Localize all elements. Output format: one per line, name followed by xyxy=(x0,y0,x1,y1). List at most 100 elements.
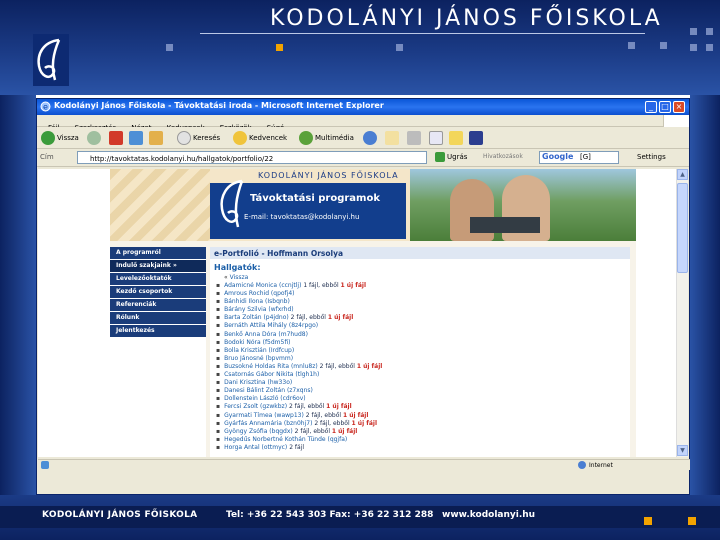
student-name[interactable]: Gyarmati Tímea (wawp13) xyxy=(224,412,304,419)
file-count: 2 fájl xyxy=(287,443,305,451)
slide-footer: KODOLÁNYI JÁNOS FŐISKOLA Tel: +36 22 543… xyxy=(0,495,720,540)
refresh-button[interactable] xyxy=(129,130,143,146)
edit-button[interactable] xyxy=(429,130,443,146)
student-name[interactable]: Gyárfás Annamária (bzn0hj7) xyxy=(224,420,312,427)
vertical-scrollbar[interactable]: ▲ ▼ xyxy=(676,169,688,457)
print-button[interactable] xyxy=(407,130,421,146)
student-row[interactable]: ▪ Adamicné Monica (ccnjtlj) 1 fájl, ebből… xyxy=(216,282,630,290)
student-row[interactable]: ▪ Csatornás Gábor Nikita (tlgh1h) xyxy=(216,371,630,379)
header-school-name: KODOLÁNYI JÁNOS FŐISKOLA xyxy=(258,171,399,180)
nav-item-majors[interactable]: Indulő szakjaink » xyxy=(110,260,206,272)
links-label[interactable]: Hivatkozások xyxy=(483,153,533,163)
scroll-up-icon[interactable]: ▲ xyxy=(677,169,688,180)
student-name[interactable]: Bárány Szilvia (wfxrhd) xyxy=(224,306,294,313)
student-name[interactable]: Hegedűs Norbertné Kothán Tünde (qgjfa) xyxy=(224,436,347,443)
student-name[interactable]: Bánhidi Ilona (Isbqnb) xyxy=(224,298,290,305)
nav-item-apply[interactable]: Jelentkezés xyxy=(110,325,206,337)
student-name[interactable]: Dani Krisztina (hw33o) xyxy=(224,379,292,386)
student-row[interactable]: ▪ Gyárfás Annamária (bzn0hj7) 2 fájl, ebb… xyxy=(216,420,630,428)
mail-icon xyxy=(385,131,399,145)
student-row[interactable]: ▪ Fercsi Zsolt (gzwkbz) 2 fájl, ebből 1 ú… xyxy=(216,403,630,411)
student-name[interactable]: Bruo Jánosné (bpvmm) xyxy=(224,355,293,362)
nav-item-references[interactable]: Referenciák xyxy=(110,299,206,311)
address-label: Cím xyxy=(40,153,54,161)
student-row[interactable]: ▪ Danesi Bálint Zoltán (z7xqns) xyxy=(216,387,630,395)
person-icon: ▪ xyxy=(216,379,221,387)
h-button[interactable] xyxy=(469,130,483,146)
google-query: [G] xyxy=(580,153,591,161)
google-search-box[interactable]: Google [G] xyxy=(539,151,619,164)
student-name[interactable]: Bodoki Nóra (f5dm5fi) xyxy=(224,339,290,346)
multimedia-button[interactable]: Multimédia xyxy=(299,130,354,146)
close-button[interactable]: × xyxy=(673,101,685,113)
mail-button[interactable] xyxy=(385,130,399,146)
student-row[interactable]: ▪ Bodoki Nóra (f5dm5fi) xyxy=(216,339,630,347)
student-row[interactable]: ▪ Bárány Szilvia (wfxrhd) xyxy=(216,306,630,314)
student-name[interactable]: Dollenstein László (cdr6ov) xyxy=(224,395,306,402)
decor-square xyxy=(706,28,713,35)
forward-button[interactable] xyxy=(87,130,101,146)
student-row[interactable]: ▪ Horga Antal (ottmyc) 2 fájl xyxy=(216,444,630,452)
student-row[interactable]: ▪ Bolla Krisztián (Irdfcup) xyxy=(216,347,630,355)
home-button[interactable] xyxy=(149,130,163,146)
student-list: ▪ Adamicné Monica (ccnjtlj) 1 fájl, ebből… xyxy=(216,282,630,452)
print-icon xyxy=(407,131,421,145)
nav-item-starting-groups[interactable]: Kezdő csoportok xyxy=(110,286,206,298)
search-button[interactable]: Keresés xyxy=(177,130,220,146)
student-row[interactable]: ▪ Bernáth Attila Mihály (8z4rpgo) xyxy=(216,322,630,330)
minimize-button[interactable]: _ xyxy=(645,101,657,113)
decor-square xyxy=(690,44,697,51)
nav-item-tutors[interactable]: Levelezőoktatók xyxy=(110,273,206,285)
history-button[interactable] xyxy=(363,130,377,146)
slide-left-border xyxy=(0,95,36,495)
go-button[interactable]: Ugrás xyxy=(435,152,467,162)
student-row[interactable]: ▪ Barta Zoltán (p4jdno) 2 fájl, ebből 1 ú… xyxy=(216,314,630,322)
student-name[interactable]: Csatornás Gábor Nikita (tlgh1h) xyxy=(224,371,319,378)
student-row[interactable]: ▪ Benkő Anna Dóra (m7hud8) xyxy=(216,331,630,339)
folder-button[interactable] xyxy=(449,130,463,146)
student-row[interactable]: ▪ Dollenstein László (cdr6ov) xyxy=(216,395,630,403)
security-zone: Internet xyxy=(578,461,613,469)
address-input[interactable] xyxy=(77,151,427,164)
favorites-button[interactable]: Kedvencek xyxy=(233,130,287,146)
back-link-label: Vissza xyxy=(229,274,249,281)
stop-icon xyxy=(109,131,123,145)
person-icon: ▪ xyxy=(216,306,221,314)
student-name[interactable]: Benkő Anna Dóra (m7hud8) xyxy=(224,331,308,338)
svg-text:e: e xyxy=(43,103,48,112)
contact-email[interactable]: E-mail: tavoktatas@kodolanyi.hu xyxy=(244,213,359,221)
student-name[interactable]: Fercsi Zsolt (gzwkbz) xyxy=(224,403,287,410)
stop-button[interactable] xyxy=(109,130,123,146)
student-name[interactable]: Bernáth Attila Mihály (8z4rpgo) xyxy=(224,322,318,329)
nav-item-about-program[interactable]: A programról xyxy=(110,247,206,259)
person-icon: ▪ xyxy=(216,427,221,435)
settings-button[interactable]: Settings xyxy=(637,153,666,161)
maximize-button[interactable]: □ xyxy=(659,101,671,113)
back-link[interactable]: « Vissza xyxy=(224,274,630,281)
student-name[interactable]: Amrous Rochid (qpofj4) xyxy=(224,290,294,297)
student-name[interactable]: Buzsokné Holdas Rita (mnlu8z) xyxy=(224,363,318,370)
star-icon xyxy=(233,131,247,145)
menu-bar: Fájl Szerkesztés Nézet Kedvencek Eszközö… xyxy=(37,115,689,132)
student-row[interactable]: ▪ Amrous Rochid (qpofj4) xyxy=(216,290,630,298)
person-icon: ▪ xyxy=(216,435,221,443)
student-name[interactable]: Adamicné Monica (ccnjtlj) xyxy=(224,282,301,289)
student-row[interactable]: ▪ Dani Krisztina (hw33o) xyxy=(216,379,630,387)
student-row[interactable]: ▪ Bruo Jánosné (bpvmm) xyxy=(216,355,630,363)
student-row[interactable]: ▪ Bánhidi Ilona (Isbqnb) xyxy=(216,298,630,306)
student-name[interactable]: Danesi Bálint Zoltán (z7xqns) xyxy=(224,387,313,394)
student-row[interactable]: ▪ Buzsokné Holdas Rita (mnlu8z) 2 fájl, e… xyxy=(216,363,630,371)
student-name[interactable]: Barta Zoltán (p4jdno) xyxy=(224,314,289,321)
nav-item-about-us[interactable]: Rólunk xyxy=(110,312,206,324)
student-row[interactable]: ▪ Gyarmati Tímea (wawp13) 2 fájl, ebből 1… xyxy=(216,412,630,420)
scroll-down-icon[interactable]: ▼ xyxy=(677,445,688,456)
edit-icon xyxy=(429,131,443,145)
scroll-thumb[interactable] xyxy=(677,183,688,273)
student-row[interactable]: ▪ Hegedűs Norbertné Kothán Tünde (qgjfa) xyxy=(216,436,630,444)
student-row[interactable]: ▪ Gyöngy Zsófia (bqgdx) 2 fájl, ebből 1 ú… xyxy=(216,428,630,436)
student-name[interactable]: Gyöngy Zsófia (bqgdx) xyxy=(224,428,293,435)
student-name[interactable]: Horga Antal (ottmyc) xyxy=(224,444,287,451)
back-button[interactable]: Vissza xyxy=(41,130,79,146)
student-name[interactable]: Bolla Krisztián (Irdfcup) xyxy=(224,347,294,354)
new-file-count: 1 új fájl xyxy=(326,403,352,411)
